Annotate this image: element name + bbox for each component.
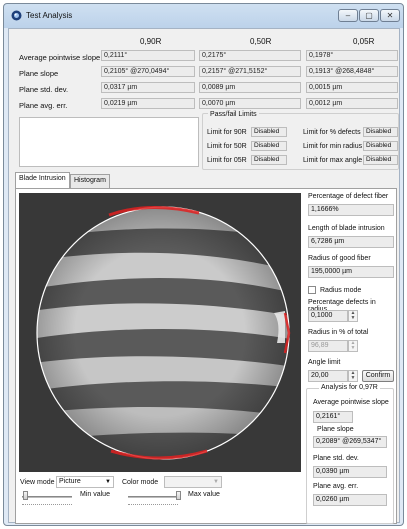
avg-err-50r: 0,0070 µm [199, 98, 301, 109]
limit-max-angle-value: Disabled [363, 155, 398, 165]
confirm-button[interactable]: Confirm [362, 370, 394, 382]
avg-slope-05r: 0,1978° [306, 50, 398, 61]
client-area: 0,90R 0,50R 0,05R Average pointwise slop… [8, 28, 400, 524]
radius-mode-checkbox[interactable] [308, 286, 316, 294]
limit-05r-label: Limit for 05R [207, 157, 247, 164]
defect-fiber-value: 1,1666% [308, 204, 394, 216]
radius-pct-spinner[interactable]: ▲ ▼ [348, 340, 358, 352]
blade-intrusion-label: Length of blade intrusion [308, 225, 385, 232]
angle-limit-input[interactable]: 20,00 [308, 370, 348, 382]
max-value-slider-thumb[interactable] [176, 491, 181, 500]
chevron-down-icon: ▼ [105, 479, 111, 485]
analysis-avg-slope-label: Average pointwise slope [313, 399, 389, 406]
radius-mode-label: Radius mode [320, 287, 362, 294]
std-dev-05r: 0,0015 µm [306, 82, 398, 93]
min-value-slider-track[interactable] [22, 496, 72, 498]
defect-fiber-label: Percentage of defect fiber [308, 193, 389, 200]
analysis-avg-err-value: 0,0260 µm [313, 494, 387, 506]
std-dev-50r: 0,0089 µm [199, 82, 301, 93]
good-radius-value: 195,0000 µm [308, 266, 394, 278]
tab-blade-intrusion[interactable]: Blade Intrusion [15, 172, 70, 188]
interferogram-svg [19, 193, 301, 472]
max-value-label: Max value [188, 491, 220, 498]
angle-limit-label: Angle limit [308, 359, 341, 366]
analysis-std-dev-value: 0,0390 µm [313, 466, 387, 478]
limit-90r-value: Disabled [251, 127, 287, 137]
plane-slope-90r: 0,2105° @270,0494° [101, 66, 195, 77]
std-dev-90r: 0,0317 µm [101, 82, 195, 93]
row-label-avg-err: Plane avg. err. [19, 101, 68, 110]
fiber-interferogram[interactable] [19, 193, 301, 472]
window-title: Test Analysis [26, 11, 73, 20]
notes-area [19, 117, 199, 167]
close-button[interactable]: ✕ [380, 9, 400, 22]
maximize-button[interactable]: ▢ [359, 9, 379, 22]
min-value-slider-ticks [22, 502, 72, 505]
pct-defects-input[interactable]: 0,1000 [308, 310, 348, 322]
limit-05r-value: Disabled [251, 155, 287, 165]
limit-max-angle-label: Limit for max angle [303, 157, 363, 164]
avg-err-05r: 0,0012 µm [306, 98, 398, 109]
column-header-50r: 0,50R [250, 37, 272, 46]
analysis-group: Analysis for 0,97R Average pointwise slo… [306, 384, 394, 524]
row-label-plane-slope: Plane slope [19, 69, 59, 78]
app-icon [11, 10, 22, 21]
blade-intrusion-panel: Percentage of defect fiber 1,1666% Lengt… [15, 188, 397, 524]
view-mode-value: Picture [59, 478, 81, 485]
analysis-plane-slope-label: Plane slope [317, 426, 354, 433]
radius-pct-label: Radius in % of total [308, 329, 369, 336]
min-value-slider-thumb[interactable] [23, 491, 28, 500]
limit-50r-label: Limit for 50R [207, 143, 247, 150]
analysis-std-dev-label: Plane std. dev. [313, 455, 359, 462]
analysis-title: Analysis for 0,97R [319, 384, 380, 391]
view-mode-label: View mode [20, 479, 55, 486]
maximize-icon: ▢ [365, 11, 373, 20]
angle-limit-spinner[interactable]: ▲ ▼ [348, 370, 358, 382]
blade-intrusion-value: 6,7286 µm [308, 236, 394, 248]
passfail-group: Pass/fail Limits Limit for 90R Disabled … [202, 111, 399, 170]
pct-defects-spinner[interactable]: ▲ ▼ [348, 310, 358, 322]
limit-50r-value: Disabled [251, 141, 287, 151]
row-label-std-dev: Plane std. dev. [19, 85, 69, 94]
avg-err-90r: 0,0219 µm [101, 98, 195, 109]
limit-90r-label: Limit for 90R [207, 129, 247, 136]
analysis-plane-slope-value: 0,2089° @269,5347° [313, 436, 387, 448]
analysis-avg-err-label: Plane avg. err. [313, 483, 359, 490]
avg-slope-90r: 0,2111° [101, 50, 195, 61]
limit-min-radius-value: Disabled [363, 141, 398, 151]
chevron-down-icon: ▼ [213, 479, 219, 485]
max-value-slider-track[interactable] [128, 496, 178, 498]
passfail-title: Pass/fail Limits [208, 111, 259, 118]
test-analysis-window: Test Analysis – ▢ ✕ 0,90R 0,50R 0,05R Av… [3, 3, 404, 526]
good-radius-label: Radius of good fiber [308, 255, 371, 262]
min-value-label: Min value [80, 491, 110, 498]
plane-slope-50r: 0,2157° @271,5152° [199, 66, 301, 77]
limit-min-radius-label: Limit for min radius [303, 143, 363, 150]
analysis-avg-slope-value: 0,2161° [313, 411, 353, 423]
tab-histogram[interactable]: Histogram [70, 174, 110, 188]
title-bar[interactable]: Test Analysis – ▢ ✕ [4, 4, 403, 28]
limit-defects-label: Limit for % defects [303, 129, 361, 136]
color-mode-select[interactable]: ▼ [164, 476, 222, 488]
limit-defects-value: Disabled [363, 127, 398, 137]
max-value-slider-ticks [128, 502, 178, 505]
color-mode-label: Color mode [122, 479, 159, 486]
row-label-avg-slope: Average pointwise slope [19, 53, 101, 62]
view-mode-select[interactable]: Picture ▼ [56, 476, 114, 488]
close-icon: ✕ [386, 11, 394, 20]
minimize-icon: – [345, 11, 351, 20]
column-header-05r: 0,05R [353, 37, 375, 46]
plane-slope-05r: 0,1913° @268,4848° [306, 66, 398, 77]
radius-pct-input[interactable]: 96,89 [308, 340, 348, 352]
avg-slope-50r: 0,2175° [199, 50, 301, 61]
column-header-90r: 0,90R [140, 37, 162, 46]
minimize-button[interactable]: – [338, 9, 358, 22]
